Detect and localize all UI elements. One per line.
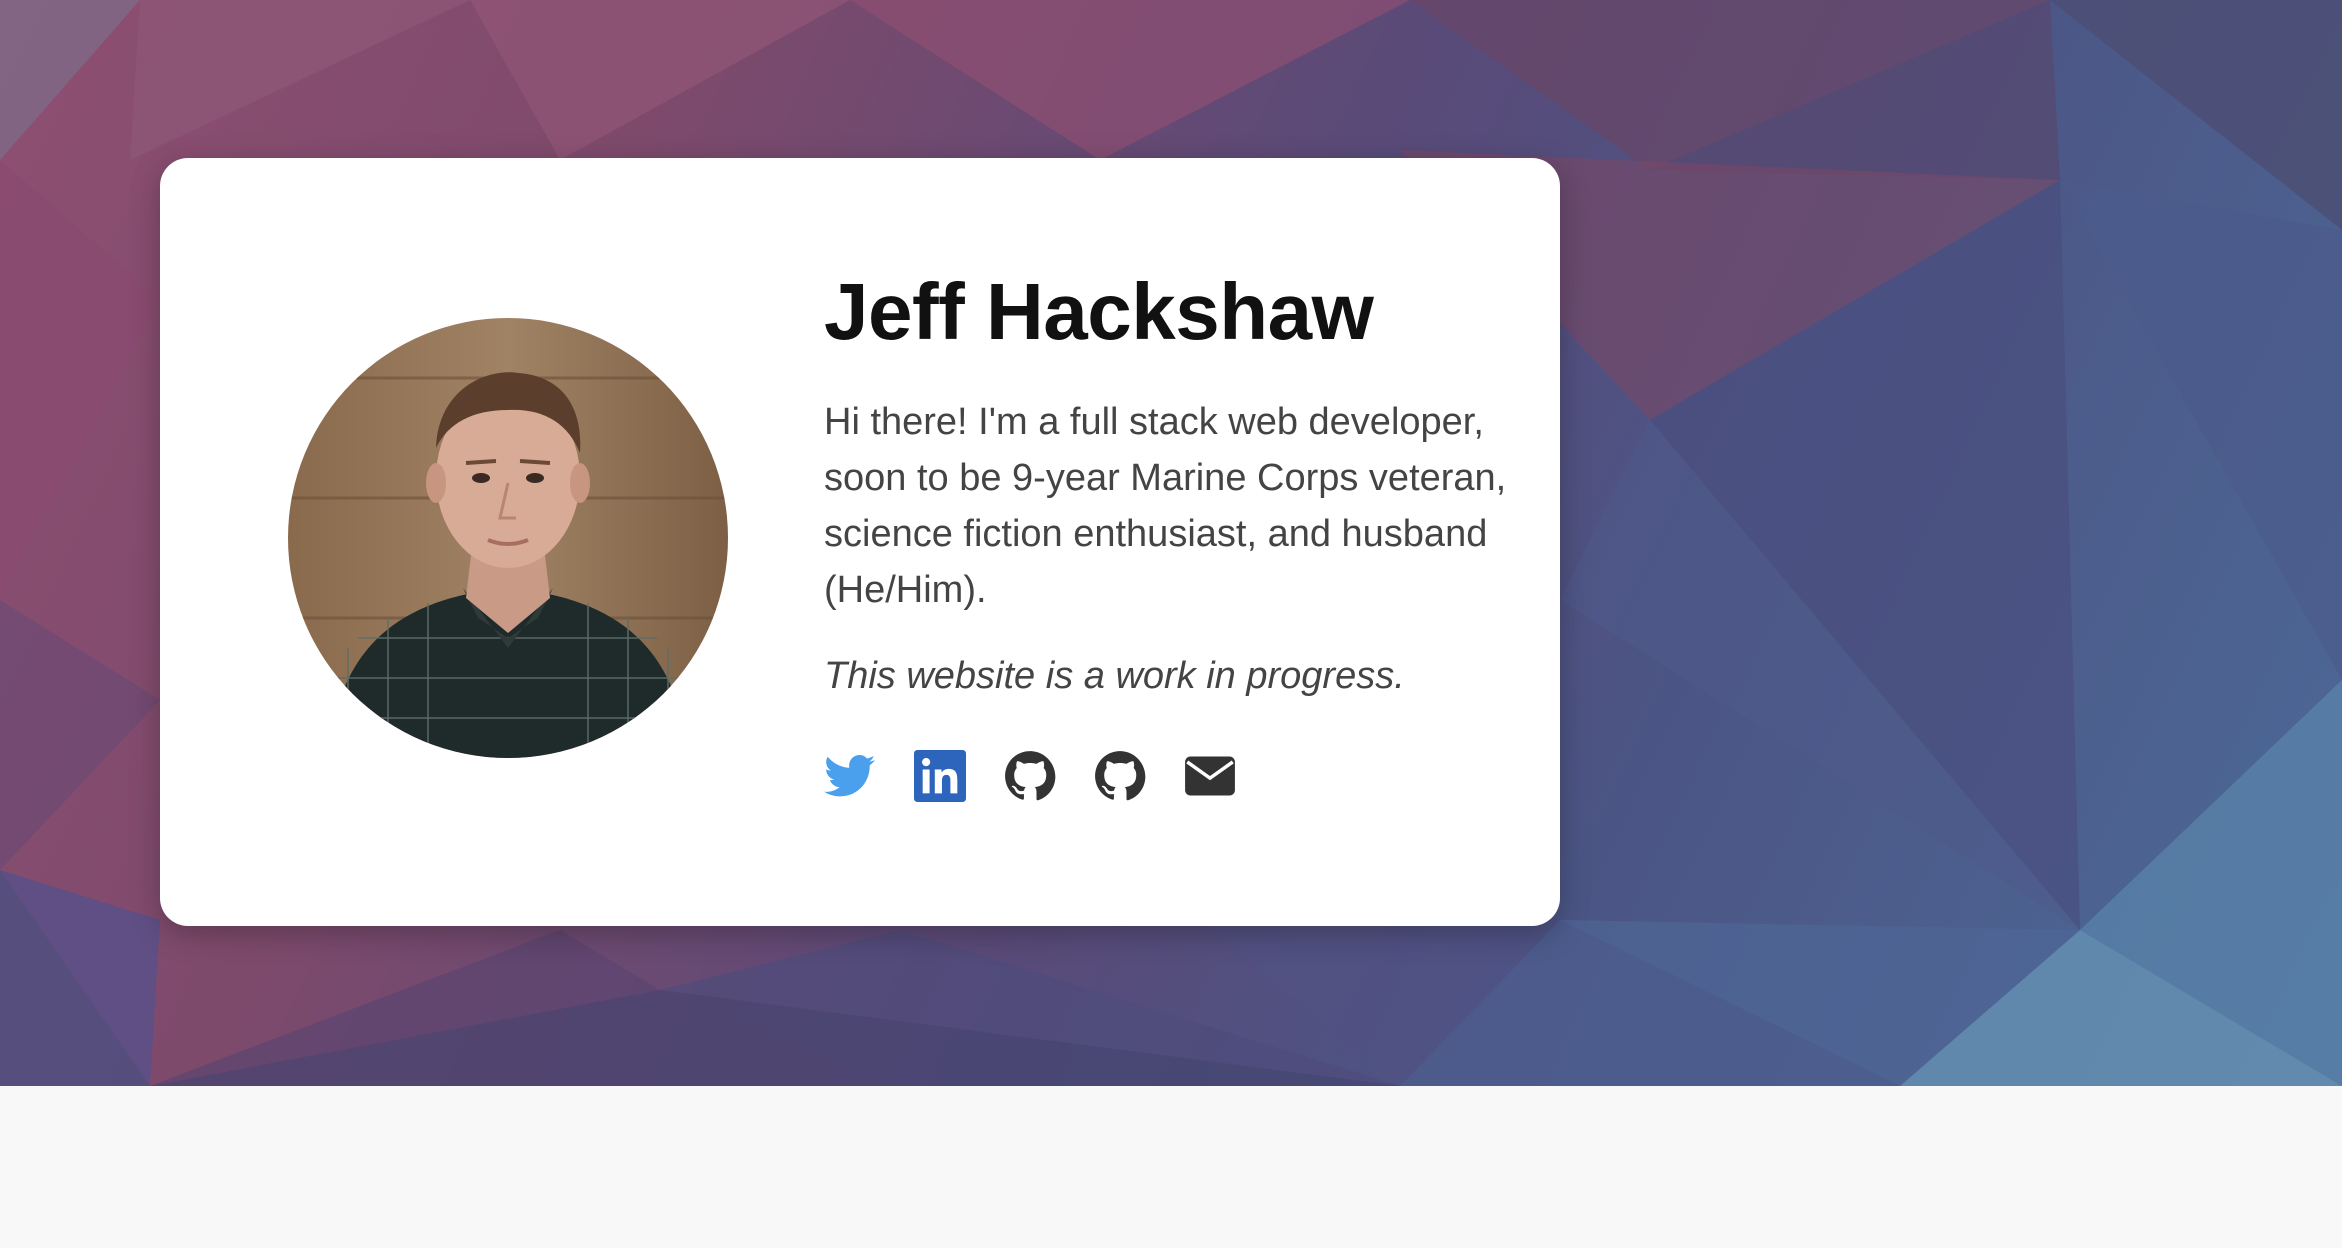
profile-name: Jeff Hackshaw [824,267,1374,356]
github-icon [1095,751,1146,801]
twitter-icon [824,754,876,797]
profile-bio: Hi there! I'm a full stack web developer… [824,401,1507,611]
social-links [824,750,1524,802]
github-link-2[interactable] [1094,750,1146,802]
profile-card: Jeff Hackshaw Hi there! I'm a full stack… [160,158,1560,926]
mail-icon [1185,756,1235,796]
portrait-image [288,318,728,758]
email-link[interactable] [1184,750,1236,802]
wip-note: This website is a work in progress. [824,655,1405,697]
profile-photo [288,318,728,758]
linkedin-link[interactable] [914,750,966,802]
twitter-link[interactable] [824,750,876,802]
profile-content: Jeff Hackshaw Hi there! I'm a full stack… [824,264,1524,802]
github-icon [1005,751,1056,801]
linkedin-icon [914,750,966,802]
github-link-1[interactable] [1004,750,1056,802]
footer-band [0,1086,2342,1248]
